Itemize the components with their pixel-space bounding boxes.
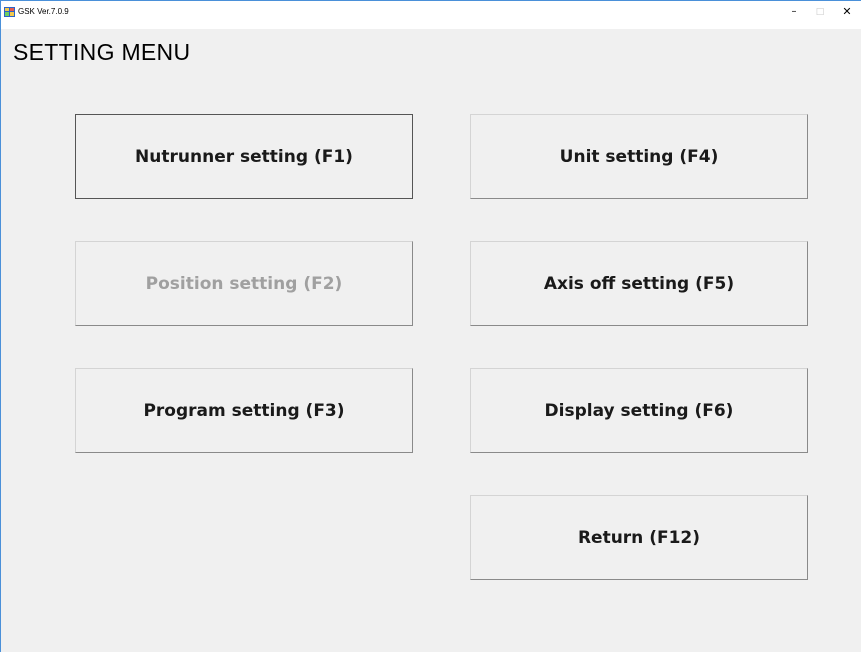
minimize-button[interactable]: – [783,4,805,20]
maximize-button[interactable]: □ [809,4,831,20]
nutrunner-setting-button[interactable]: Nutrunner setting (F1) [75,114,413,199]
window-title: GSK Ver.7.0.9 [18,7,69,16]
page-title: SETTING MENU [13,39,191,65]
display-setting-button[interactable]: Display setting (F6) [470,368,808,453]
unit-setting-button[interactable]: Unit setting (F4) [470,114,808,199]
close-button[interactable]: ✕ [836,4,858,20]
axis-off-setting-button[interactable]: Axis off setting (F5) [470,241,808,326]
app-icon [4,7,15,17]
app-window: GSK Ver.7.0.9 – □ ✕ SETTING MENU Nutrunn… [0,0,861,652]
return-button[interactable]: Return (F12) [470,495,808,580]
position-setting-button: Position setting (F2) [75,241,413,326]
title-bar[interactable]: GSK Ver.7.0.9 – □ ✕ [1,1,861,29]
program-setting-button[interactable]: Program setting (F3) [75,368,413,453]
client-area: SETTING MENU Nutrunner setting (F1) Posi… [1,29,861,652]
